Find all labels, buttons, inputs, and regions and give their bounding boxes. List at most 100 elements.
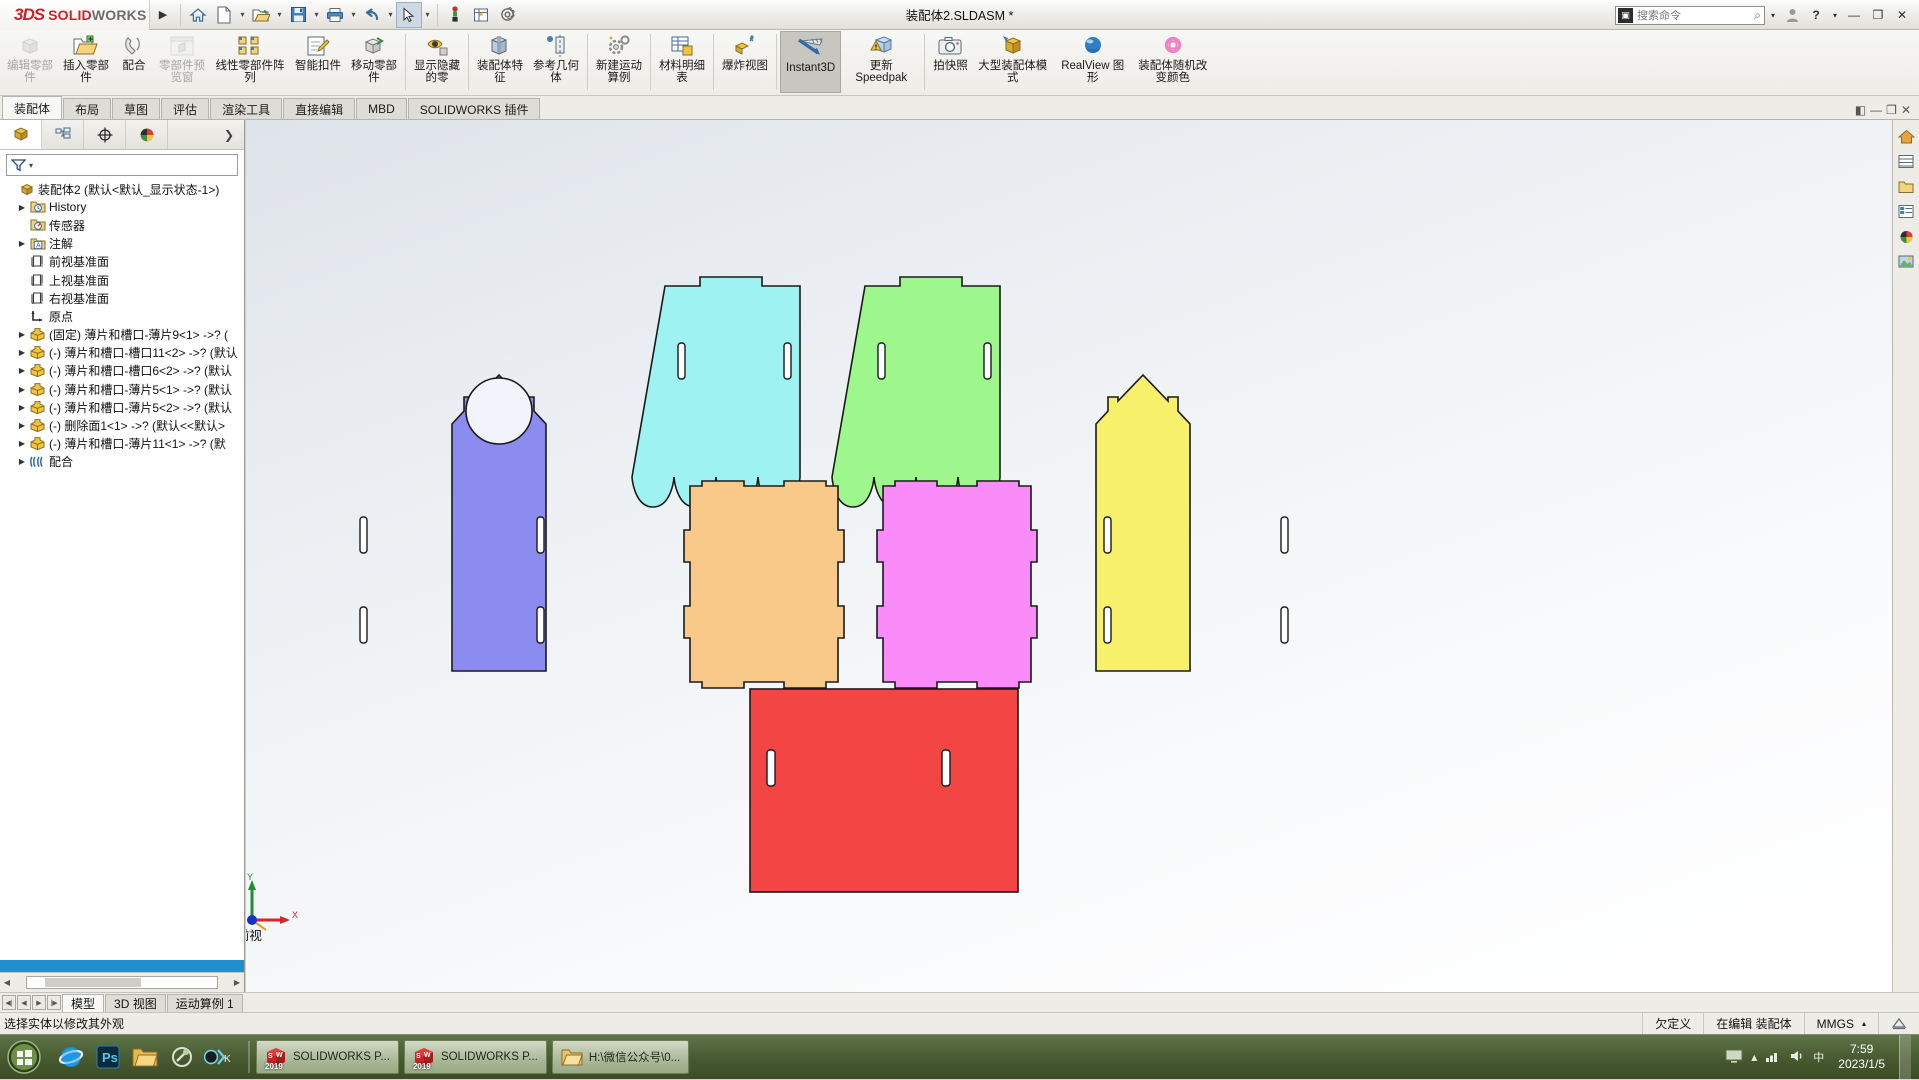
tree-item[interactable]: 右视基准面 [0,289,244,307]
taskbar-item[interactable]: S W 2019 SOLIDWORKS P... [256,1040,399,1074]
tray-monitor-icon[interactable] [1725,1049,1743,1066]
taskbar-item[interactable]: H:\微信公众号\0... [551,1040,690,1074]
tree-item[interactable]: ▶ (-) 薄片和槽口-薄片5<2> ->? (默认 [0,398,244,416]
close-button[interactable]: ✕ [1891,2,1913,28]
status-units[interactable]: MMGS ▴ [1803,1012,1878,1035]
next-tab-button[interactable]: ▶ [32,995,46,1010]
tree-item[interactable]: 装配体2 (默认<默认_显示状态-1>) [0,180,244,198]
scroll-left-icon[interactable]: ◀ [0,978,14,987]
explorer-icon[interactable] [128,1038,162,1076]
tree-item[interactable]: ▶ (固定) 薄片和槽口-薄片9<1> ->? ( [0,326,244,344]
tree-expand-arrow-icon[interactable]: ▶ [15,330,29,339]
bottom-tab-模型[interactable]: 模型 [62,993,105,1012]
ribbon-button-assembly-feature[interactable]: 装配体特征 [472,30,528,96]
tab-布局[interactable]: 布局 [63,98,112,119]
tree-expand-arrow-icon[interactable]: ▶ [15,239,29,248]
model-canvas[interactable] [246,120,1919,992]
tray-input-icon[interactable]: 中 [1813,1049,1824,1065]
tab-渲染工具[interactable]: 渲染工具 [210,98,283,119]
tree-item[interactable]: ▶ A 注解 [0,235,244,253]
folder-icon[interactable] [1893,174,1919,199]
search-icon[interactable]: ⌕ [1754,8,1764,23]
camtasia-icon[interactable]: K [202,1038,236,1076]
tree-item[interactable]: 原点 [0,307,244,325]
tree-expand-arrow-icon[interactable]: ▶ [15,366,29,375]
tree-item[interactable]: ▶ (-) 删除面1<1> ->? (默认<<默认> [0,416,244,434]
tab-评估[interactable]: 评估 [161,98,210,119]
help-dropdown-icon[interactable]: ▾ [1829,2,1841,28]
appearances-icon[interactable] [1893,224,1919,249]
scroll-right-icon[interactable]: ▶ [230,978,244,987]
tray-volume-icon[interactable] [1789,1049,1805,1066]
filter-dropdown-icon[interactable]: ▾ [29,161,33,170]
taskbar-item[interactable]: S W 2019 SOLIDWORKS P... [403,1040,547,1074]
ribbon-button-smart-fasteners[interactable]: 智能扣件 [290,30,346,96]
tree-item[interactable]: ▶ 配合 [0,453,244,471]
tree-expand-arrow-icon[interactable]: ▶ [15,348,29,357]
scenes-icon[interactable] [1893,249,1919,274]
tree-item[interactable]: 前视基准面 [0,253,244,271]
pin-icon[interactable]: ◧ [1855,103,1866,117]
panel-expand-icon[interactable]: ❯ [224,128,244,142]
tab-草图[interactable]: 草图 [112,98,161,119]
home-view-icon[interactable] [1893,124,1919,149]
tab-装配体[interactable]: 装配体 [2,96,63,119]
tray-expand-icon[interactable]: ▴ [1751,1050,1757,1064]
tree-item[interactable]: ▶ History [0,198,244,216]
window-restore-icon[interactable]: ❐ [1886,103,1897,117]
taskbar-clock[interactable]: 7:59 2023/1/5 [1832,1042,1891,1072]
appearance-list-icon[interactable] [1893,199,1919,224]
ribbon-button-update-speedpak[interactable]: 更新 Speedpak [841,30,921,96]
configuration-manager-tab[interactable] [84,120,126,149]
tree-item[interactable]: 上视基准面 [0,271,244,289]
tree-item[interactable]: 传感器 [0,216,244,234]
tool-icon[interactable] [165,1038,199,1076]
status-overlay-icon[interactable] [1878,1012,1919,1035]
ribbon-button-linear-component-pattern[interactable]: 线性零部件阵列 [210,30,290,96]
show-desktop-button[interactable] [1899,1034,1911,1080]
tree-horizontal-scrollbar[interactable]: ◀ ▶ [0,972,244,992]
scroll-track[interactable] [26,976,218,989]
tab-直接编辑[interactable]: 直接编辑 [283,98,356,119]
graphics-area[interactable]: ▾▾▾▾ [246,120,1919,992]
search-input[interactable]: ▣ 搜索命令 ⌕ [1615,5,1765,25]
tree-expand-arrow-icon[interactable]: ▶ [15,203,29,212]
tree-expand-arrow-icon[interactable]: ▶ [15,439,29,448]
tab-MBD[interactable]: MBD [356,98,407,119]
ribbon-button-new-motion-study[interactable]: 新建运动算例 [591,30,647,96]
tree-item[interactable]: ▶ (-) 薄片和槽口-薄片5<1> ->? (默认 [0,380,244,398]
ribbon-button-show-hidden-components[interactable]: 显示隐藏的零 [409,30,465,96]
feature-tree[interactable]: 装配体2 (默认<默认_显示状态-1>) ▶ History 传感器 ▶ A 注解 前视基准面… [0,178,244,960]
search-dropdown-icon[interactable]: ▾ [1767,2,1779,28]
tree-item[interactable]: ▶ (-) 薄片和槽口-槽口11<2> ->? (默认 [0,344,244,362]
ribbon-button-realview-graphics[interactable]: RealView 图形 [1053,30,1133,96]
last-tab-button[interactable]: |▶ [47,995,61,1010]
tree-expand-arrow-icon[interactable]: ▶ [15,457,29,466]
window-close-icon[interactable]: ✕ [1901,103,1911,117]
view-list-icon[interactable] [1893,149,1919,174]
tree-expand-arrow-icon[interactable]: ▶ [15,403,29,412]
ribbon-button-reference-geometry[interactable]: 参考几何体 [528,30,584,96]
prev-tab-button[interactable]: ◀ [17,995,31,1010]
ribbon-button-take-snapshot[interactable]: 拍快照 [928,30,973,96]
feature-manager-tab[interactable] [0,120,42,149]
ribbon-button-insert-component[interactable]: 插入零部件 [58,30,114,96]
tree-item[interactable]: ▶ (-) 薄片和槽口-槽口6<2> ->? (默认 [0,362,244,380]
start-button[interactable] [0,1036,48,1078]
ie-icon[interactable] [54,1038,88,1076]
restore-button[interactable]: ❐ [1867,2,1889,28]
property-manager-tab[interactable] [42,120,84,149]
display-manager-tab[interactable] [126,120,168,149]
window-minimize-icon[interactable]: — [1870,103,1882,117]
minimize-button[interactable]: — [1843,2,1865,28]
ribbon-button-exploded-view[interactable]: 爆炸视图 [717,30,773,96]
tree-expand-arrow-icon[interactable]: ▶ [15,421,29,430]
bottom-tab-运动算例 1[interactable]: 运动算例 1 [166,993,243,1012]
help-button[interactable]: ? [1805,2,1827,28]
ribbon-button-large-assembly-mode[interactable]: 大型装配体模式 [973,30,1053,96]
ribbon-button-bill-of-materials[interactable]: 材料明细表 [654,30,710,96]
tab-SOLIDWORKS 插件[interactable]: SOLIDWORKS 插件 [407,98,541,119]
units-dropdown-icon[interactable]: ▴ [1862,1019,1866,1028]
ribbon-button-random-color[interactable]: 装配体随机改变颜色 [1133,30,1213,96]
tree-item[interactable]: ▶ (-) 薄片和槽口-薄片11<1> ->? (默 [0,435,244,453]
